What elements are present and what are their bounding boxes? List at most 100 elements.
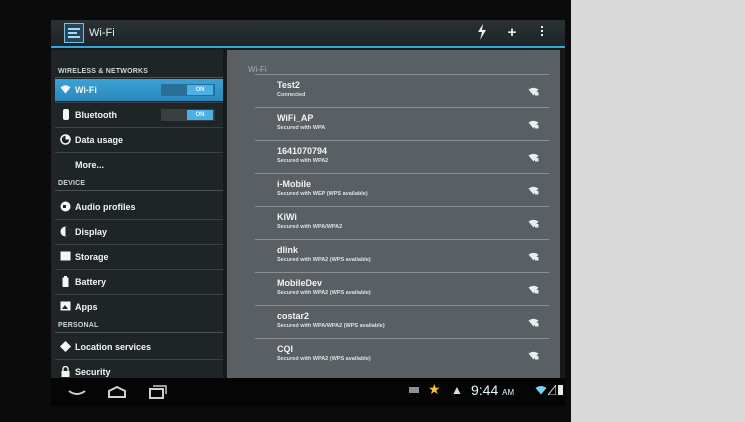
- settings-sidebar: WIRELESS & NETWORKS Wi-Fi ON Bluetooth O…: [51, 50, 223, 378]
- toggle-state: ON: [187, 110, 213, 120]
- clock-ampm: AM: [502, 388, 515, 397]
- sidebar-item-label: Wi-Fi: [75, 85, 97, 95]
- list-item[interactable]: MobileDev Secured with WPA2 (WPS availab…: [255, 272, 549, 304]
- wifi-signal-icon: [528, 219, 539, 228]
- back-button[interactable]: [65, 382, 89, 402]
- divider: [255, 305, 549, 306]
- sidebar-item-storage[interactable]: Storage: [55, 246, 223, 268]
- sidebar-item-audio-profiles[interactable]: Audio profiles: [55, 196, 223, 218]
- divider: [55, 244, 223, 245]
- divider: [55, 127, 223, 128]
- overflow-menu-icon[interactable]: [533, 23, 551, 43]
- battery-icon: [60, 276, 71, 287]
- wifi-signal-icon: [528, 87, 539, 96]
- action-bar: Wi-Fi +: [51, 20, 565, 48]
- sidebar-item-label: Location services: [75, 342, 152, 352]
- network-name: dlink: [277, 245, 299, 255]
- list-item[interactable]: KiWi Secured with WPA/WPA2: [255, 206, 549, 238]
- network-status: Secured with WPA2 (WPS available): [277, 290, 371, 296]
- sidebar-item-label: More...: [75, 160, 105, 170]
- divider: [255, 74, 549, 75]
- network-status: Secured with WPA/WPA2: [277, 224, 343, 230]
- wifi-status-icon: [535, 386, 547, 395]
- battery-status-icon: [558, 385, 563, 395]
- sidebar-item-battery[interactable]: Battery: [55, 271, 223, 293]
- notification-icon[interactable]: [409, 387, 419, 393]
- signal-icon: [548, 385, 556, 395]
- sidebar-item-wifi[interactable]: Wi-Fi ON: [55, 79, 223, 101]
- background-panel: [571, 0, 745, 422]
- home-button[interactable]: [105, 382, 129, 402]
- star-icon[interactable]: ★: [428, 381, 441, 398]
- sidebar-item-label: Security: [75, 367, 111, 377]
- network-status: Secured with WPA2 (WPS available): [277, 356, 371, 362]
- tablet-screen: Wi-Fi + WIRELESS & NETWORKS Wi-Fi ON Blu…: [51, 20, 565, 406]
- divider: [55, 219, 223, 220]
- wps-icon[interactable]: [473, 23, 491, 43]
- network-status: Connected: [277, 92, 306, 98]
- network-name: CQI: [277, 344, 294, 354]
- apps-icon: [60, 301, 71, 312]
- divider: [255, 140, 549, 141]
- lock-icon: [60, 365, 71, 377]
- sidebar-item-label: Bluetooth: [75, 110, 117, 120]
- divider: [55, 332, 223, 333]
- system-bar: ★ ▲ 9:44 AM: [51, 378, 565, 406]
- wifi-signal-icon: [528, 318, 539, 327]
- bluetooth-toggle[interactable]: ON: [161, 109, 215, 121]
- wifi-signal-icon: [528, 285, 539, 294]
- data-usage-icon: [60, 134, 71, 145]
- sidebar-item-display[interactable]: Display: [55, 221, 223, 243]
- recent-apps-button[interactable]: [145, 382, 169, 402]
- sidebar-item-label: Apps: [75, 302, 98, 312]
- page-title: Wi-Fi: [89, 27, 115, 39]
- sidebar-item-label: Battery: [75, 277, 107, 287]
- wifi-icon: [60, 84, 71, 95]
- sidebar-item-more[interactable]: More...: [55, 154, 223, 176]
- section-header-wireless: WIRELESS & NETWORKS: [58, 68, 149, 75]
- list-item[interactable]: i-Mobile Secured with WEP (WPS available…: [255, 173, 549, 205]
- network-name: KiWi: [277, 212, 297, 222]
- toggle-state: ON: [187, 85, 213, 95]
- list-item[interactable]: costar2 Secured with WPA/WPA2 (WPS avail…: [255, 305, 549, 337]
- divider: [255, 173, 549, 174]
- wifi-signal-icon: [528, 351, 539, 360]
- wifi-signal-icon: [528, 153, 539, 162]
- sidebar-item-apps[interactable]: Apps: [55, 296, 223, 318]
- list-item[interactable]: 1641070794 Secured with WPA2: [255, 140, 549, 172]
- divider: [55, 294, 223, 295]
- bluetooth-icon: [60, 109, 71, 120]
- divider: [55, 190, 223, 191]
- divider: [55, 152, 223, 153]
- sidebar-item-bluetooth[interactable]: Bluetooth ON: [55, 104, 223, 126]
- sidebar-item-data-usage[interactable]: Data usage: [55, 129, 223, 151]
- network-name: i-Mobile: [277, 179, 311, 189]
- settings-app-icon[interactable]: [64, 23, 84, 43]
- network-status: Secured with WPA2: [277, 158, 329, 164]
- divider: [55, 77, 223, 78]
- location-icon: [60, 341, 71, 352]
- clock[interactable]: 9:44 AM: [471, 382, 514, 398]
- list-item[interactable]: CQI Secured with WPA2 (WPS available): [255, 338, 549, 370]
- network-name: 1641070794: [277, 146, 328, 156]
- network-name: WiFi_AP: [277, 113, 314, 123]
- network-name: MobileDev: [277, 278, 323, 288]
- alert-icon[interactable]: ▲: [451, 383, 463, 397]
- audio-profiles-icon: [60, 201, 71, 212]
- network-status: Secured with WEP (WPS available): [277, 191, 368, 197]
- add-icon[interactable]: +: [503, 23, 521, 43]
- wifi-toggle[interactable]: ON: [161, 84, 215, 96]
- list-item[interactable]: WiFi_AP Secured with WPA: [255, 107, 549, 139]
- sidebar-item-location-services[interactable]: Location services: [55, 336, 223, 358]
- clock-time: 9:44: [471, 382, 499, 398]
- sidebar-item-security[interactable]: Security: [55, 361, 223, 378]
- network-status: Secured with WPA/WPA2 (WPS available): [277, 323, 385, 329]
- wifi-signal-icon: [528, 120, 539, 129]
- list-item[interactable]: dlink Secured with WPA2 (WPS available): [255, 239, 549, 271]
- network-status: Secured with WPA2 (WPS available): [277, 257, 371, 263]
- pane-title: Wi-Fi: [248, 65, 267, 74]
- section-header-device: DEVICE: [58, 180, 86, 187]
- list-item[interactable]: Test2 Connected: [255, 74, 549, 106]
- divider: [55, 359, 223, 360]
- sidebar-item-label: Data usage: [75, 135, 124, 145]
